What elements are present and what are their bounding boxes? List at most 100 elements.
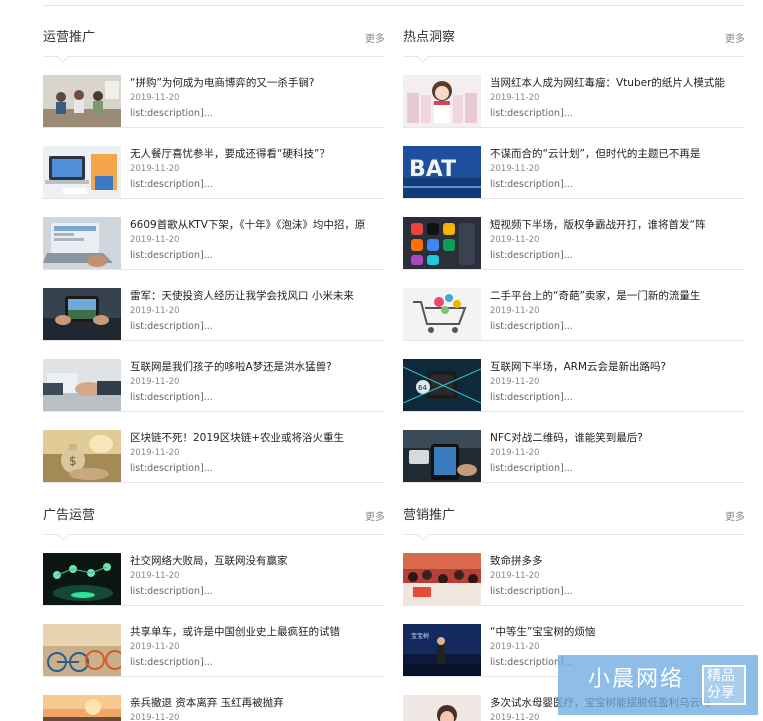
news-date: 2019-11-20 [490,448,540,458]
news-date: 2019-11-20 [490,377,540,387]
news-item[interactable]: 64 互联网下半场，ARM云会是新出路吗? 2019-11-20 list:descr… [403,341,745,412]
news-description: list:description]... [490,463,573,474]
news-title-link[interactable]: 亲兵撤退 资本离弃 玉红再被抛弃 [130,696,385,710]
svg-text:64: 64 [418,384,427,392]
thumbnail-shopping-cart [403,288,481,340]
thumbnail-image[interactable] [43,288,121,340]
thumbnail-image[interactable] [403,430,481,482]
news-title-link[interactable]: 短视频下半场，版权争霸战开打，谁将首发“阵 [490,218,745,232]
news-item[interactable]: 社交网络大败局，互联网没有赢家 2019-11-20 list:descriptio… [43,535,385,606]
thumbnail-image[interactable] [403,695,481,721]
news-title-link[interactable]: 互联网是我们孩子的哆啦A梦还是洪水猛兽? [130,360,385,374]
news-item[interactable]: 短视频下半场，版权争霸战开打，谁将首发“阵 2019-11-20 list:desc… [403,199,745,270]
section-title: 广告运营 [43,508,96,523]
thumbnail-image[interactable]: BAT [403,146,481,198]
thumbnail-image[interactable] [403,288,481,340]
thumbnail-image[interactable] [403,75,481,127]
news-description: list:description]... [130,586,213,597]
thumbnail-nfc-card [403,430,481,482]
news-title-link[interactable]: “中等生”宝宝树的烦恼 [490,625,745,639]
news-item[interactable]: $ 区块链不死！2019区块链+农业或将浴火重生 2019-11-20 list:de… [43,412,385,483]
news-item[interactable]: 6609首歌从KTV下架，《十年》《泡沫》均中招，原 2019-11-20 list… [43,199,385,270]
thumbnail-image[interactable]: 宝宝树 [403,624,481,676]
news-item[interactable]: 亲兵撤退 资本离弃 玉红再被抛弃2019-11-20list:descripti… [43,677,385,721]
thumbnail-sunset [43,695,121,721]
news-item[interactable]: 无人餐厅喜忧参半，要成还得看“硬科技”？ 2019-11-20 list:descr… [43,128,385,199]
news-date: 2019-11-20 [490,93,540,103]
watermark-badge: 精品 分享 [702,665,746,705]
news-title-link[interactable]: 不谋而合的“云计划”，但时代的主题已不再是 [490,147,745,161]
news-title-link[interactable]: 致命拼多多 [490,554,745,568]
thumbnail-image[interactable] [403,217,481,269]
news-date: 2019-11-20 [490,571,540,581]
watermark-badge-line1: 精品 [707,668,735,684]
thumbnail-image[interactable] [43,217,121,269]
thumbnail-vtuber [403,75,481,127]
thumbnail-network [43,553,121,605]
thumbnail-handshake [43,359,121,411]
news-date: 2019-11-20 [130,306,180,316]
news-date: 2019-11-20 [130,377,180,387]
news-description: list:description]... [490,250,573,261]
news-title-link[interactable]: 6609首歌从KTV下架，《十年》《泡沫》均中招，原 [130,218,385,232]
section-title: 运营推广 [43,30,96,45]
thumbnail-image[interactable] [43,553,121,605]
news-description: list:description]... [490,108,573,119]
thumbnail-image[interactable] [43,695,121,721]
news-description: list:description]... [130,321,213,332]
thumbnail-image[interactable] [43,146,121,198]
news-title-link[interactable]: 共享单车，或许是中国创业史上最疯狂的试错 [130,625,385,639]
watermark-overlay: 小晨网络 精品 分享 [558,655,758,715]
news-item[interactable]: 雷军：天使投资人经历让我学会找风口 小米未来 2019-11-20 list:des… [43,270,385,341]
more-link[interactable]: 更多 [365,33,385,47]
thumbnail-image[interactable] [403,553,481,605]
thumbnail-image[interactable]: $ [43,430,121,482]
news-description: list:description]... [130,108,213,119]
thumbnail-image[interactable] [43,624,121,676]
thumbnail-bikes [43,624,121,676]
more-link[interactable]: 更多 [725,511,745,525]
news-title-link[interactable]: 无人餐厅喜忧参半，要成还得看“硬科技”？ [130,147,385,161]
thumbnail-office-meeting [43,75,121,127]
thumbnail-laptop-typing [43,217,121,269]
section-title: 营销推广 [403,508,456,523]
thumbnail-chip: 64 [403,359,481,411]
news-item[interactable]: 共享单车，或许是中国创业史上最疯狂的试错 2019-11-20 list:descr… [43,606,385,677]
news-item[interactable]: “拼购”为何成为电商博弈的又一杀手锏? 2019-11-20 list:descri… [43,57,385,128]
thumbnail-stage: 宝宝树 [403,624,481,676]
news-date: 2019-11-20 [490,713,540,721]
news-title-link[interactable]: 社交网络大败局，互联网没有赢家 [130,554,385,568]
news-item[interactable]: 致命拼多多 2019-11-20 list:description]... [403,535,745,606]
news-description: list:description]... [130,392,213,403]
watermark-text: 小晨网络 [588,667,685,692]
news-item[interactable]: NFC对战二维码，谁能笑到最后? 2019-11-20 list:descripti… [403,412,745,483]
thumbnail-phone-video [43,288,121,340]
news-title-link[interactable]: 二手平台上的“奇葩”卖家，是一门新的流量生 [490,289,745,303]
news-title-link[interactable]: 雷军：天使投资人经历让我学会找风口 小米未来 [130,289,385,303]
news-title-link[interactable]: 当网红本人成为网红毒瘤：Vtuber的纸片人模式能 [490,76,745,90]
news-title-link[interactable]: 区块链不死！2019区块链+农业或将浴火重生 [130,431,385,445]
thumbnail-image[interactable]: 64 [403,359,481,411]
news-description: list:description]... [490,392,573,403]
more-link[interactable]: 更多 [725,33,745,47]
news-item[interactable]: BAT 不谋而合的“云计划”，但时代的主题已不再是 2019-11-20 list:d… [403,128,745,199]
news-description: list:description]... [490,179,573,190]
news-description: list:description]... [130,463,213,474]
news-item[interactable]: 二手平台上的“奇葩”卖家，是一门新的流量生 2019-11-20 list:desc… [403,270,745,341]
news-item[interactable]: 当网红本人成为网红毒瘤：Vtuber的纸片人模式能 2019-11-20 list:… [403,57,745,128]
news-title-link[interactable]: 互联网下半场，ARM云会是新出路吗? [490,360,745,374]
section-2: 广告运营 更多 社交网络大败局，互联网没有赢家 2019-11-20 list:desc… [43,483,385,721]
thumbnail-money-bag: $ [43,430,121,482]
news-title-link[interactable]: NFC对战二维码，谁能笑到最后? [490,431,745,445]
thumbnail-image[interactable] [43,75,121,127]
news-date: 2019-11-20 [130,642,180,652]
more-link[interactable]: 更多 [365,511,385,525]
news-date: 2019-11-20 [130,93,180,103]
news-title-link[interactable]: “拼购”为何成为电商博弈的又一杀手锏? [130,76,385,90]
svg-text:$: $ [69,454,77,468]
news-description: list:description]... [490,586,573,597]
news-item[interactable]: 互联网是我们孩子的哆啦A梦还是洪水猛兽? 2019-11-20 list:descr… [43,341,385,412]
thumbnail-image[interactable] [43,359,121,411]
news-date: 2019-11-20 [490,164,540,174]
section-header: 广告运营 更多 [43,483,385,541]
